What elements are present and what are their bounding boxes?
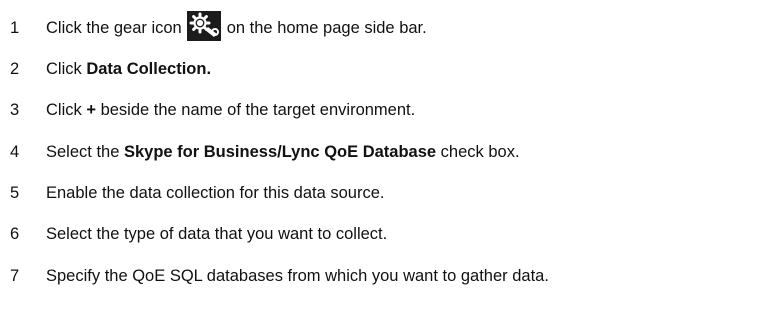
step-text: Click + beside the name of the target en…	[46, 100, 415, 120]
gear-icon	[186, 11, 221, 41]
step-number: 6	[10, 225, 20, 243]
step-text-bold: Skype for Business/Lync QoE Database	[123, 143, 437, 161]
step-text: Click the gear icon on the home page sid…	[46, 11, 427, 43]
step-number: 2	[10, 60, 20, 78]
step-text-pre: Click	[46, 60, 82, 78]
step-text-bold: +	[86, 101, 96, 119]
step-text-pre: Click the gear icon	[46, 19, 182, 37]
step-2: 2 Click Data Collection.	[0, 54, 777, 84]
step-text: Specify the QoE SQL databases from which…	[46, 266, 549, 286]
step-1: 1 Click the gear icon on the home page s…	[0, 11, 777, 43]
step-number: 4	[10, 143, 20, 161]
step-6: 6 Select the type of data that you want …	[0, 219, 777, 249]
step-text: Select the type of data that you want to…	[46, 224, 387, 244]
step-text: Select the Skype for Business/Lync QoE D…	[46, 142, 520, 162]
step-5: 5 Enable the data collection for this da…	[0, 178, 777, 208]
step-text-post: beside the name of the target environmen…	[100, 101, 416, 119]
step-text-pre: Enable the data collection for this data…	[46, 184, 385, 202]
step-text-post: on the home page side bar.	[226, 19, 427, 37]
step-number: 1	[10, 19, 20, 37]
step-7: 7 Specify the QoE SQL databases from whi…	[0, 261, 777, 291]
step-text-pre: Select the type of data that you want to…	[46, 225, 388, 243]
step-text: Enable the data collection for this data…	[46, 183, 384, 203]
instruction-steps: 1 Click the gear icon on the home page s…	[0, 0, 777, 322]
step-text-pre: Click	[46, 101, 82, 119]
step-text-pre: Specify the QoE SQL databases from which…	[46, 267, 549, 285]
step-number: 3	[10, 101, 20, 119]
step-text-pre: Select the	[46, 143, 120, 161]
step-number: 7	[10, 267, 20, 285]
step-3: 3 Click + beside the name of the target …	[0, 95, 777, 125]
step-number: 5	[10, 184, 20, 202]
step-text-bold: Data Collection.	[86, 60, 212, 78]
step-4: 4 Select the Skype for Business/Lync QoE…	[0, 137, 777, 167]
step-text: Click Data Collection.	[46, 59, 211, 79]
step-text-post: check box.	[440, 143, 520, 161]
